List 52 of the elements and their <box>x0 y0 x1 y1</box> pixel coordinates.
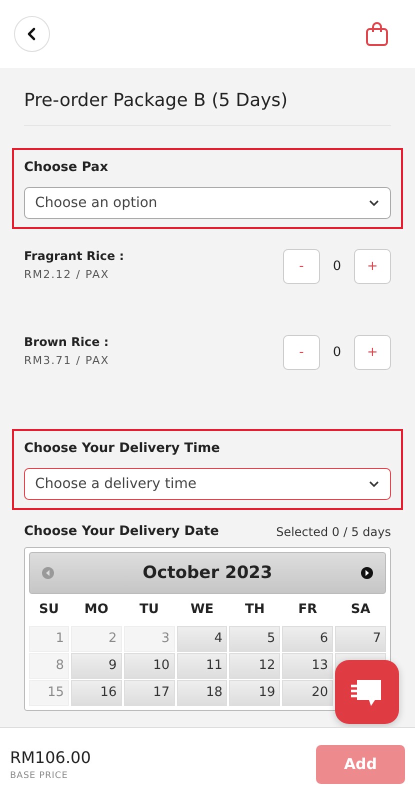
calendar-day[interactable]: 18 <box>176 680 228 706</box>
calendar-day[interactable]: 5 <box>229 626 280 652</box>
increment-button[interactable]: + <box>354 335 391 370</box>
weekday-label: MO <box>83 601 110 619</box>
page-title: Pre-order Package B (5 Days) <box>24 90 391 126</box>
calendar-day: 1 <box>29 626 69 652</box>
selection-counter: Selected 0 / 5 days <box>276 524 391 538</box>
calendar-day[interactable]: 11 <box>176 653 228 679</box>
decrement-button[interactable]: - <box>283 335 320 370</box>
calendar-day[interactable]: 12 <box>229 653 280 679</box>
weekday-label: FR <box>297 601 318 619</box>
calendar-day[interactable]: 6 <box>282 626 334 652</box>
addon-price: RM2.12 / PAX <box>24 268 110 281</box>
weekday-label: SU <box>38 601 60 619</box>
weekday-label: TU <box>138 601 160 619</box>
weekday-label: TH <box>244 601 266 619</box>
addon-price: RM3.71 / PAX <box>24 354 110 367</box>
weekday-label: SA <box>350 601 372 619</box>
calendar-day[interactable]: 10 <box>124 653 175 679</box>
chat-button[interactable] <box>335 660 399 724</box>
increment-button[interactable]: + <box>354 249 391 284</box>
calendar-day[interactable]: 20 <box>282 680 334 706</box>
back-button[interactable] <box>14 16 50 52</box>
field-label: Choose Your Delivery Date <box>24 524 219 539</box>
chevron-down-icon <box>368 199 380 207</box>
quantity-value: 0 <box>332 259 342 274</box>
addon-name: Brown Rice : <box>24 335 110 349</box>
calendar-day: 15 <box>29 680 69 706</box>
calendar-day[interactable]: 13 <box>282 653 334 679</box>
calendar-day: 3 <box>124 626 175 652</box>
calendar-day[interactable]: 17 <box>124 680 175 706</box>
field-label: Choose Pax <box>24 160 110 175</box>
calendar-day: 8 <box>29 653 69 679</box>
calendar-day[interactable]: 9 <box>71 653 122 679</box>
calendar-day[interactable]: 19 <box>229 680 280 706</box>
shopping-bag-icon[interactable] <box>365 21 389 47</box>
month-title: October 2023 <box>142 563 272 583</box>
quantity-value: 0 <box>332 345 342 360</box>
delivery-time-select[interactable]: Choose a delivery time <box>24 468 391 500</box>
decrement-button[interactable]: - <box>283 249 320 284</box>
next-month-icon[interactable] <box>361 567 373 579</box>
calendar-day[interactable]: 4 <box>176 626 228 652</box>
addon-name: Fragrant Rice : <box>24 249 124 263</box>
field-label: Choose Your Delivery Time <box>24 441 221 456</box>
calendar-day[interactable]: 16 <box>71 680 122 706</box>
calendar-day: 2 <box>71 626 122 652</box>
pax-select[interactable]: Choose an option <box>24 187 391 219</box>
base-price: RM106.00 <box>10 748 91 766</box>
price-label: BASE PRICE <box>10 770 69 780</box>
weekday-label: WE <box>189 601 215 619</box>
chevron-down-icon <box>368 480 380 488</box>
calendar-day[interactable]: 7 <box>335 626 386 652</box>
